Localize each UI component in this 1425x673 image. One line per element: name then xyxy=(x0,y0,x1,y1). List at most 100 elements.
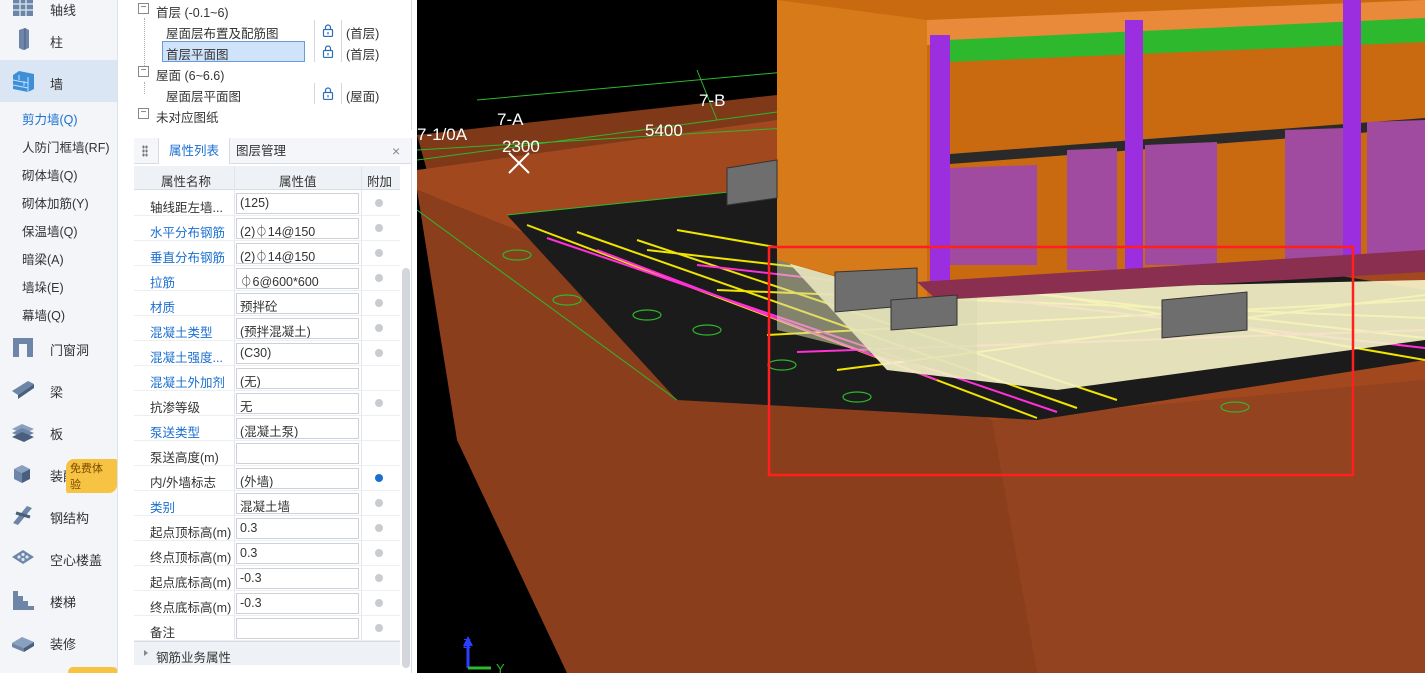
property-value-field[interactable]: 0.3 xyxy=(236,543,359,564)
category-beam[interactable]: 梁 xyxy=(0,368,117,410)
property-scrollbar[interactable] xyxy=(402,268,410,668)
wall-sub-pier[interactable]: 墙垛(E) xyxy=(22,277,64,296)
category-column[interactable]: 柱 xyxy=(0,18,117,60)
property-row[interactable]: 终点底标高(m) -0.3 xyxy=(134,591,400,616)
wall-sub-shear-wall[interactable]: 剪力墙(Q) xyxy=(22,109,78,128)
tree-item-roof-plan[interactable]: 屋面层平面图 (屋面) xyxy=(134,83,402,104)
wall-sub-masonry[interactable]: 砌体墙(Q) xyxy=(22,165,78,184)
extra-checkbox[interactable] xyxy=(375,199,383,207)
collapse-toggle-icon[interactable]: − xyxy=(138,108,149,119)
extra-checkbox[interactable] xyxy=(375,499,383,507)
property-value-field[interactable]: (外墙) xyxy=(236,468,359,489)
extra-checkbox[interactable] xyxy=(375,549,383,557)
property-value-field[interactable]: (混凝土泵) xyxy=(236,418,359,439)
wall-sub-insulation[interactable]: 保温墙(Q) xyxy=(22,221,78,240)
property-row[interactable]: 起点底标高(m) -0.3 xyxy=(134,566,400,591)
property-value-field[interactable]: -0.3 xyxy=(236,593,359,614)
property-value-field[interactable]: -0.3 xyxy=(236,568,359,589)
3d-viewport[interactable]: 7-1/0A 7-A 7-B 2300 5400 Z Y xyxy=(417,0,1425,673)
property-row[interactable]: 起点顶标高(m) 0.3 xyxy=(134,516,400,541)
property-value-field[interactable]: (125) xyxy=(236,193,359,214)
expand-arrow-icon[interactable] xyxy=(144,650,148,656)
extra-checkbox[interactable] xyxy=(375,299,383,307)
extra-checkbox[interactable] xyxy=(375,224,383,232)
3d-model-canvas[interactable]: 7-1/0A 7-A 7-B 2300 5400 Z Y xyxy=(417,0,1425,673)
property-row[interactable]: 垂直分布钢筋 (2)⏀14@150 xyxy=(134,241,400,266)
property-row[interactable]: 拉筋 ⏀6@600*600 xyxy=(134,266,400,291)
extra-checkbox[interactable] xyxy=(375,624,383,632)
lock-icon[interactable] xyxy=(314,83,342,104)
free-trial-badge-2[interactable] xyxy=(68,667,117,673)
property-value-field[interactable]: 0.3 xyxy=(236,518,359,539)
property-row[interactable]: 混凝土类型 (预拌混凝土) xyxy=(134,316,400,341)
property-row[interactable]: 抗渗等级 无 xyxy=(134,391,400,416)
category-steel[interactable]: 钢结构 xyxy=(0,494,117,536)
property-row[interactable]: 内/外墙标志 (外墙) xyxy=(134,466,400,491)
category-label: 门窗洞 xyxy=(50,343,90,358)
collapse-toggle-icon[interactable]: − xyxy=(138,66,149,77)
extra-checkbox[interactable] xyxy=(375,599,383,607)
property-value-field[interactable]: (2)⏀14@150 xyxy=(236,243,359,264)
category-decoration[interactable]: 装修 xyxy=(0,620,117,662)
tree-group-roof[interactable]: − 屋面 (6~6.6) xyxy=(134,62,402,83)
tree-group-unmatched[interactable]: − 未对应图纸 xyxy=(134,104,402,125)
property-row[interactable]: 水平分布钢筋 (2)⏀14@150 xyxy=(134,216,400,241)
extra-checkbox[interactable] xyxy=(375,574,383,582)
lock-icon[interactable] xyxy=(314,20,342,41)
extra-checkbox[interactable] xyxy=(375,524,383,532)
dimension-5400: 5400 xyxy=(645,121,683,140)
property-value-field[interactable]: ⏀6@600*600 xyxy=(236,268,359,289)
tab-property-list[interactable]: 属性列表 xyxy=(158,138,231,164)
tree-item-first-floor-plan[interactable]: 首层平面图 (首层) xyxy=(134,41,402,62)
property-value-field[interactable]: (预拌混凝土) xyxy=(236,318,359,339)
rebar-business-properties[interactable]: 钢筋业务属性 xyxy=(134,641,400,665)
wall-sub-hidden-beam[interactable]: 暗梁(A) xyxy=(22,249,64,268)
extra-checkbox[interactable] xyxy=(375,474,383,482)
extra-checkbox[interactable] xyxy=(375,274,383,282)
collapse-toggle-icon[interactable]: − xyxy=(138,3,149,14)
property-row[interactable]: 类别 混凝土墙 xyxy=(134,491,400,516)
category-hollow-slab[interactable]: 空心楼盖 xyxy=(0,536,117,578)
wall-sub-curtain[interactable]: 幕墙(Q) xyxy=(22,305,65,324)
extra-checkbox[interactable] xyxy=(375,349,383,357)
close-icon[interactable]: × xyxy=(392,143,400,159)
category-label: 板 xyxy=(50,427,64,442)
property-name: 终点顶标高(m) xyxy=(150,551,232,565)
category-slab[interactable]: 板 xyxy=(0,410,117,452)
tree-group-first-floor[interactable]: − 首层 (-0.1~6) xyxy=(134,0,402,20)
steel-icon xyxy=(13,506,32,525)
property-value-field[interactable] xyxy=(236,618,359,639)
axis-y-label: Y xyxy=(496,661,505,673)
free-trial-badge[interactable]: 免费体验 xyxy=(66,459,117,493)
property-row[interactable]: 泵送高度(m) xyxy=(134,441,400,466)
wall-sub-masonry-rebar[interactable]: 砌体加筋(Y) xyxy=(22,193,89,212)
property-row[interactable]: 轴线距左墙... (125) xyxy=(134,191,400,216)
category-wall[interactable]: 墙 xyxy=(0,60,117,102)
tree-item-floor: (首层) xyxy=(346,48,380,62)
decoration-icon xyxy=(12,637,34,652)
drag-handle-icon[interactable] xyxy=(142,145,148,157)
wall-sub-civil-defense[interactable]: 人防门框墙(RF) xyxy=(22,137,110,156)
category-door-window[interactable]: 门窗洞 xyxy=(0,326,117,368)
property-value-field[interactable]: 混凝土墙 xyxy=(236,493,359,514)
property-value-field[interactable]: (C30) xyxy=(236,343,359,364)
property-row[interactable]: 终点顶标高(m) 0.3 xyxy=(134,541,400,566)
tab-layer-management[interactable]: 图层管理 xyxy=(226,138,296,164)
extra-checkbox[interactable] xyxy=(375,324,383,332)
extra-checkbox[interactable] xyxy=(375,399,383,407)
property-value-field[interactable]: (无) xyxy=(236,368,359,389)
property-row[interactable]: 泵送类型 (混凝土泵) xyxy=(134,416,400,441)
category-stairs[interactable]: 楼梯 xyxy=(0,578,117,620)
property-value-field[interactable] xyxy=(236,443,359,464)
tree-item-roof-layout[interactable]: 屋面层布置及配筋图 (首层) xyxy=(134,20,402,41)
tree-group-label: 屋面 (6~6.6) xyxy=(156,69,225,83)
property-value-field[interactable]: 无 xyxy=(236,393,359,414)
property-row[interactable]: 备注 xyxy=(134,616,400,641)
extra-checkbox[interactable] xyxy=(375,249,383,257)
property-row[interactable]: 混凝土外加剂 (无) xyxy=(134,366,400,391)
property-value-field[interactable]: 预拌砼 xyxy=(236,293,359,314)
property-row[interactable]: 材质 预拌砼 xyxy=(134,291,400,316)
property-row[interactable]: 混凝土强度... (C30) xyxy=(134,341,400,366)
lock-icon[interactable] xyxy=(314,41,342,62)
property-value-field[interactable]: (2)⏀14@150 xyxy=(236,218,359,239)
